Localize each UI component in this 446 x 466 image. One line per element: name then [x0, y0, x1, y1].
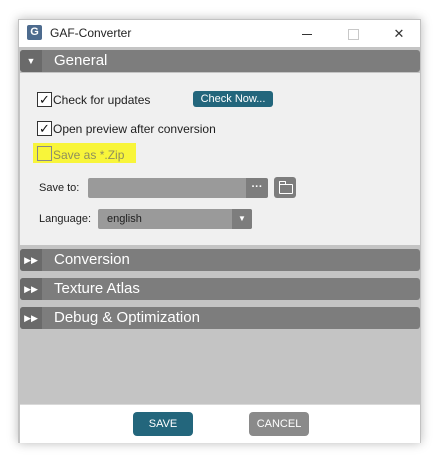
section-header-conversion[interactable]: ▶▶ Conversion	[20, 249, 420, 271]
general-panel: ✓ Check for updates Check Now... ✓ Open …	[20, 73, 420, 245]
minimize-button[interactable]	[284, 20, 330, 47]
open-folder-button[interactable]	[274, 177, 296, 198]
open-preview-label: Open preview after conversion	[53, 122, 216, 136]
cancel-button[interactable]: CANCEL	[249, 412, 309, 436]
check-for-updates-label: Check for updates	[53, 93, 151, 107]
section-label-conversion: Conversion	[54, 251, 130, 268]
language-value: english	[107, 213, 142, 225]
language-select[interactable]: english ▼	[98, 209, 252, 229]
save-as-zip-checkbox[interactable]	[37, 146, 52, 161]
section-label-debug: Debug & Optimization	[54, 309, 200, 326]
open-preview-checkbox[interactable]: ✓	[37, 121, 52, 136]
double-chevron-right-icon: ▶▶	[20, 249, 42, 271]
section-label-general: General	[54, 52, 108, 69]
check-icon: ✓	[39, 121, 50, 136]
save-as-zip-label: Save as *.Zip	[53, 148, 125, 162]
app-window: G GAF-Converter ✕ ▼ General ✓ Check for …	[18, 19, 421, 443]
save-to-label: Save to:	[39, 182, 80, 194]
folder-icon	[279, 181, 293, 194]
dialog-footer: SAVE CANCEL	[20, 404, 420, 443]
window-title: GAF-Converter	[50, 26, 132, 40]
section-label-texture-atlas: Texture Atlas	[54, 280, 140, 297]
save-button[interactable]: SAVE	[133, 412, 193, 436]
minimize-icon	[302, 34, 312, 36]
section-header-texture-atlas[interactable]: ▶▶ Texture Atlas	[20, 278, 420, 300]
app-logo-icon: G	[27, 25, 42, 40]
section-header-debug[interactable]: ▶▶ Debug & Optimization	[20, 307, 420, 329]
chevron-down-icon: ▼	[20, 50, 42, 72]
save-to-browse-button[interactable]: ···	[246, 178, 268, 198]
save-to-input[interactable]	[88, 178, 246, 198]
close-icon: ✕	[393, 26, 405, 41]
section-header-general[interactable]: ▼ General	[20, 50, 420, 72]
language-label: Language:	[39, 213, 91, 225]
double-chevron-right-icon: ▶▶	[20, 278, 42, 300]
maximize-button[interactable]	[330, 20, 376, 47]
close-button[interactable]: ✕	[376, 20, 422, 47]
maximize-icon	[347, 29, 359, 41]
check-icon: ✓	[39, 92, 50, 107]
title-bar[interactable]: G GAF-Converter ✕	[19, 20, 420, 47]
check-now-button[interactable]: Check Now...	[193, 91, 273, 107]
chevron-down-icon: ▼	[232, 209, 252, 229]
check-for-updates-checkbox[interactable]: ✓	[37, 92, 52, 107]
double-chevron-right-icon: ▶▶	[20, 307, 42, 329]
